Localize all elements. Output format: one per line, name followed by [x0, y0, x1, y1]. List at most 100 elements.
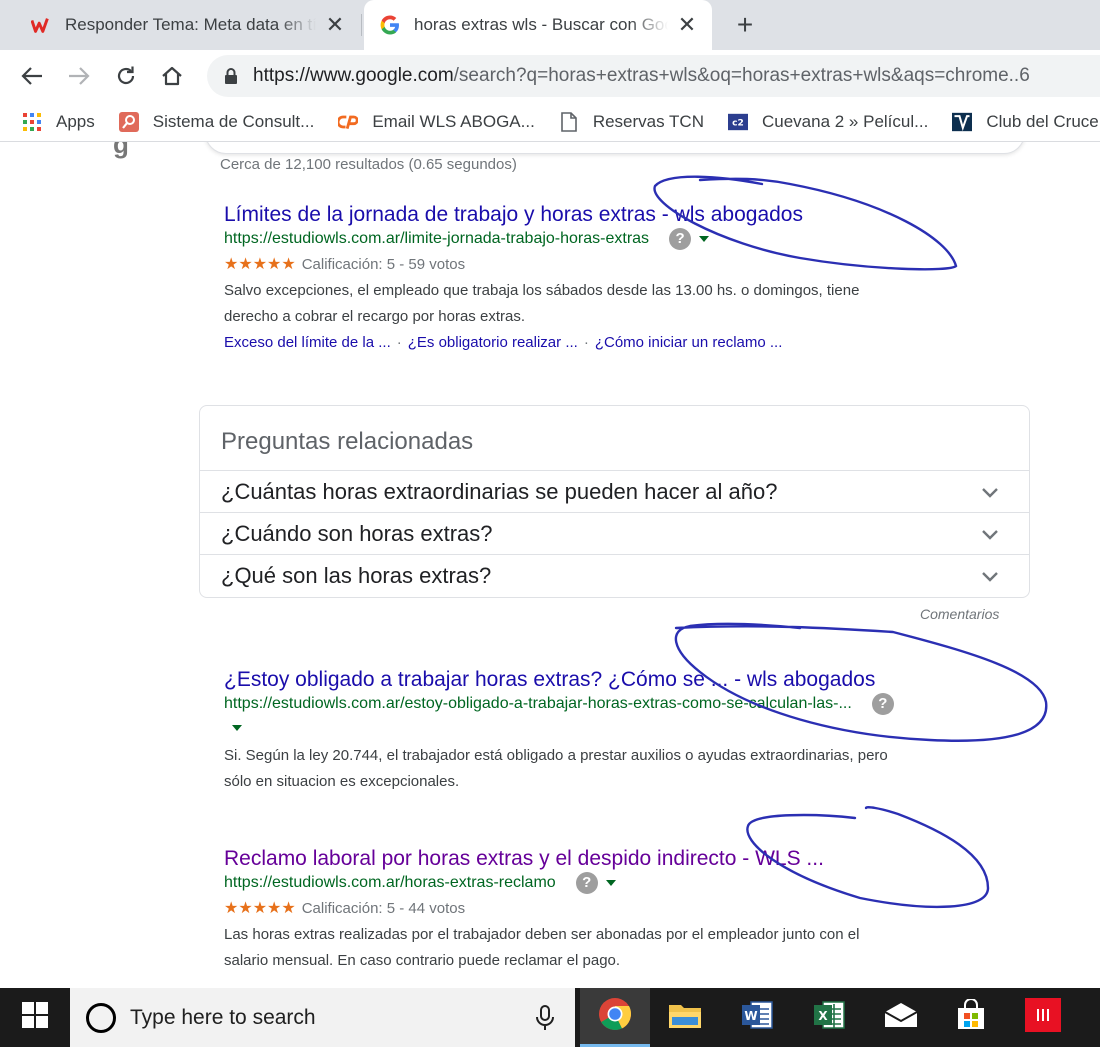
forward-arrow-icon[interactable] [65, 62, 93, 90]
rating-stars: ★★★★★ [224, 900, 296, 917]
google-logo-fragment[interactable]: g [113, 142, 143, 157]
search-result: Límites de la jornada de trabajo y horas… [224, 202, 1004, 356]
tab-google-search[interactable]: horas extras wls - Buscar con Goo ✕ [364, 0, 712, 50]
sitelink[interactable]: ¿Cómo iniciar un reclamo ... [595, 334, 783, 351]
related-question-row[interactable]: ¿Cuándo son horas extras? [200, 513, 1029, 555]
search-result: ¿Estoy obligado a trabajar horas extras?… [224, 667, 1004, 795]
bookmark-email-wls[interactable]: Email WLS ABOGA... [338, 112, 535, 132]
taskbar-search-box[interactable]: Type here to search [70, 988, 575, 1047]
related-question-text: ¿Cuándo son horas extras? [221, 520, 493, 546]
sitelink[interactable]: ¿Es obligatorio realizar ... [408, 334, 578, 351]
search-box[interactable] [205, 142, 1025, 154]
tab-title: Responder Tema: Meta data en tí [65, 15, 316, 34]
question-badge-icon[interactable]: ? [575, 872, 598, 894]
svg-text:W: W [744, 1009, 757, 1023]
result-url-text: https://estudiowls.com.ar/estoy-obligado… [224, 695, 852, 712]
close-icon[interactable]: ✕ [676, 14, 698, 36]
url-text: https://www.google.com/search?q=horas+ex… [253, 65, 1030, 87]
bookmark-label: Club del Cruce [986, 111, 1099, 131]
search-results-page: g Cerca de 12,100 resultados (0.65 segun… [0, 142, 1100, 988]
reload-icon[interactable] [112, 62, 140, 90]
caret-down-icon[interactable] [232, 725, 242, 731]
bookmark-label: Cuevana 2 » Películ... [761, 111, 929, 131]
result-snippet: Salvo excepciones, el empleado que traba… [224, 278, 1004, 330]
result-url: https://estudiowls.com.ar/limite-jornada… [224, 228, 1004, 250]
svg-text:X: X [818, 1009, 828, 1023]
result-menu-row [224, 715, 1004, 741]
result-title-link[interactable]: Reclamo laboral por horas extras y el de… [224, 846, 1004, 872]
result-title-link[interactable]: Límites de la jornada de trabajo y horas… [224, 202, 1004, 228]
result-stats: Cerca de 12,100 resultados (0.65 segundo… [220, 156, 517, 173]
new-tab-button[interactable]: + [730, 11, 760, 41]
result-title-link[interactable]: ¿Estoy obligado a trabajar horas extras?… [224, 667, 1004, 693]
cuevana-icon: c2 [727, 112, 748, 132]
taskbar-search-placeholder: Type here to search [130, 1005, 316, 1029]
back-arrow-icon[interactable] [18, 62, 46, 90]
store-taskbar-button[interactable] [936, 988, 1006, 1047]
question-badge-icon[interactable]: ? [669, 228, 692, 250]
rating-text: Calificación: 5 - 44 votos [301, 900, 466, 917]
bookmark-sistema-consulta[interactable]: Sistema de Consult... [118, 111, 315, 132]
bookmark-cuevana[interactable]: c2 Cuevana 2 » Películ... [727, 111, 929, 132]
bookmark-label: Sistema de Consult... [152, 111, 315, 131]
related-question-text: ¿Qué son las horas extras? [221, 563, 492, 588]
home-icon[interactable] [158, 62, 186, 90]
page-icon [559, 111, 579, 132]
feedback-link[interactable]: Comentarios [920, 606, 999, 622]
store-icon [955, 998, 987, 1036]
search-result: Reclamo laboral por horas extras y el de… [224, 846, 1004, 974]
result-url-text: https://estudiowls.com.ar/horas-extras-r… [224, 874, 556, 891]
chevron-down-icon[interactable] [979, 481, 1001, 503]
red-app-icon [1025, 998, 1061, 1037]
bookmark-club-del-cruce[interactable]: Club del Cruce [952, 111, 1099, 132]
tab-responder-tema[interactable]: Responder Tema: Meta data en tí ✕ [15, 0, 360, 50]
bookmark-reservas-tcn[interactable]: Reservas TCN [559, 112, 704, 132]
related-question-text: ¿Cuántas horas extraordinarias se pueden… [221, 478, 778, 504]
sitelink[interactable]: Exceso del límite de la ... [224, 334, 391, 351]
windows-logo-icon [22, 1002, 48, 1033]
question-badge-icon[interactable]: ? [871, 693, 894, 715]
mail-taskbar-button[interactable] [866, 988, 936, 1047]
chevron-down-icon[interactable] [979, 523, 1001, 545]
word-icon: W [741, 1000, 773, 1035]
caret-down-icon[interactable] [605, 880, 616, 886]
url-path: /search?q=horas+extras+wls&oq=horas+extr… [453, 65, 1030, 86]
result-url-text: https://estudiowls.com.ar/limite-jornada… [224, 230, 650, 247]
windows-taskbar: Type here to search W X [0, 988, 1100, 1047]
related-questions: Preguntas relacionadas ¿Cuántas horas ex… [199, 405, 1030, 598]
snippet-line: Las horas extras realizadas por el traba… [224, 926, 860, 943]
bookmark-apps[interactable]: Apps [22, 112, 95, 132]
apps-grid-icon [22, 112, 42, 132]
caret-down-icon[interactable] [699, 236, 710, 242]
result-rating: ★★★★★ Calificación: 5 - 44 votos [224, 898, 1004, 920]
related-question-row[interactable]: ¿Cuántas horas extraordinarias se pueden… [200, 471, 1029, 513]
snippet-line: Salvo excepciones, el empleado que traba… [224, 282, 860, 299]
bookmarks-bar: Apps Sistema de Consult... Email WLS ABO… [0, 102, 1100, 142]
chevron-down-icon[interactable] [979, 565, 1001, 587]
sitelinks: Exceso del límite de la ... · ¿Es obligato… [224, 330, 1004, 356]
bookmark-label: Reservas TCN [592, 111, 704, 131]
related-question-row[interactable]: ¿Qué son las horas extras? [200, 555, 1029, 597]
svg-text:c2: c2 [732, 118, 744, 128]
browser-toolbar: https://www.google.com/search?q=horas+ex… [0, 50, 1100, 102]
chrome-icon [598, 997, 632, 1036]
rating-stars: ★★★★★ [224, 256, 296, 273]
bookmark-label: Email WLS ABOGA... [372, 111, 535, 131]
tab-divider [361, 14, 362, 36]
result-snippet: Las horas extras realizadas por el traba… [224, 922, 1004, 974]
close-icon[interactable]: ✕ [324, 14, 346, 36]
tab-strip: Responder Tema: Meta data en tí ✕ horas … [0, 0, 1100, 50]
word-taskbar-button[interactable]: W [722, 988, 792, 1047]
snippet-line: salario mensual. En caso contrario puede… [224, 952, 621, 969]
lock-icon [223, 67, 239, 85]
address-bar[interactable]: https://www.google.com/search?q=horas+ex… [207, 55, 1100, 97]
google-g-icon [380, 15, 400, 35]
excel-taskbar-button[interactable]: X [794, 988, 864, 1047]
search-doc-icon [118, 111, 139, 132]
start-button[interactable] [0, 988, 70, 1047]
red-app-taskbar-button[interactable] [1008, 988, 1078, 1047]
chrome-taskbar-button[interactable] [580, 988, 650, 1047]
file-explorer-taskbar-button[interactable] [650, 988, 720, 1047]
microphone-icon[interactable] [535, 1004, 555, 1031]
cpanel-icon [338, 112, 359, 132]
